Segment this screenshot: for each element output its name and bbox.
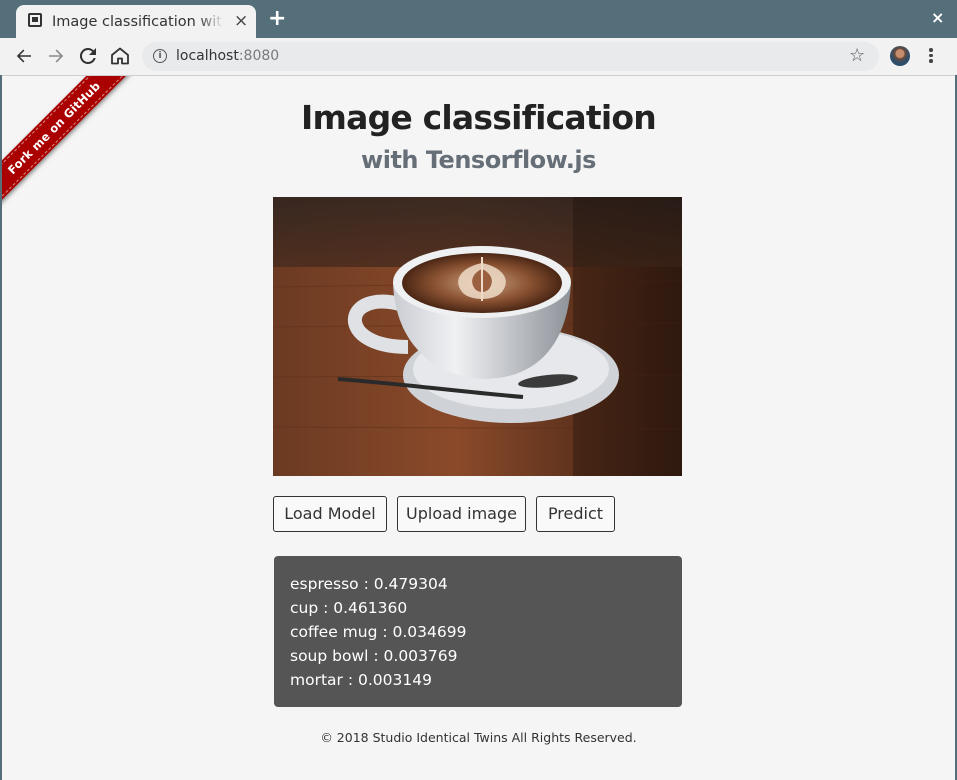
url-text: localhost:8080 [176,48,279,65]
reload-icon[interactable] [76,44,100,68]
url-host: localhost [176,48,239,64]
prediction-results: espresso : 0.479304 cup : 0.461360 coffe… [274,556,682,707]
upload-image-button[interactable]: Upload image [397,496,526,532]
page-content: Fork me on GitHub Image classification w… [2,76,955,780]
tab-close-icon[interactable]: × [234,11,248,31]
browser-menu-icon[interactable] [929,46,933,66]
favicon-icon [28,13,42,27]
browser-toolbar: i localhost:8080 ☆ [0,38,957,76]
prediction-row: coffee mug : 0.034699 [290,623,467,641]
window-close-icon[interactable]: × [931,8,944,28]
prediction-row: soup bowl : 0.003769 [290,647,458,665]
address-bar[interactable]: i localhost:8080 ☆ [142,42,879,71]
url-port: :8080 [238,48,280,64]
browser-titlebar: Image classification with Tensorflow.js … [0,0,957,38]
prediction-row: mortar : 0.003149 [290,671,432,689]
tab-title: Image classification with Tensorflow.js [52,12,224,32]
predict-button[interactable]: Predict [536,496,615,532]
page-title: Image classification [301,98,657,137]
profile-avatar[interactable] [890,46,910,66]
new-tab-icon[interactable]: + [268,8,286,30]
prediction-row: espresso : 0.479304 [290,575,448,593]
footer-copyright: © 2018 Studio Identical Twins All Rights… [320,730,637,745]
bookmark-star-icon[interactable]: ☆ [849,46,865,66]
browser-tab[interactable]: Image classification with Tensorflow.js … [16,5,256,38]
home-icon[interactable] [108,44,132,68]
load-model-button[interactable]: Load Model [273,496,387,532]
forward-icon[interactable] [44,44,68,68]
page-subtitle: with Tensorflow.js [361,146,596,174]
prediction-row: cup : 0.461360 [290,599,408,617]
back-icon[interactable] [12,44,36,68]
coffee-cup-image [273,197,682,476]
info-icon[interactable]: i [153,49,167,63]
